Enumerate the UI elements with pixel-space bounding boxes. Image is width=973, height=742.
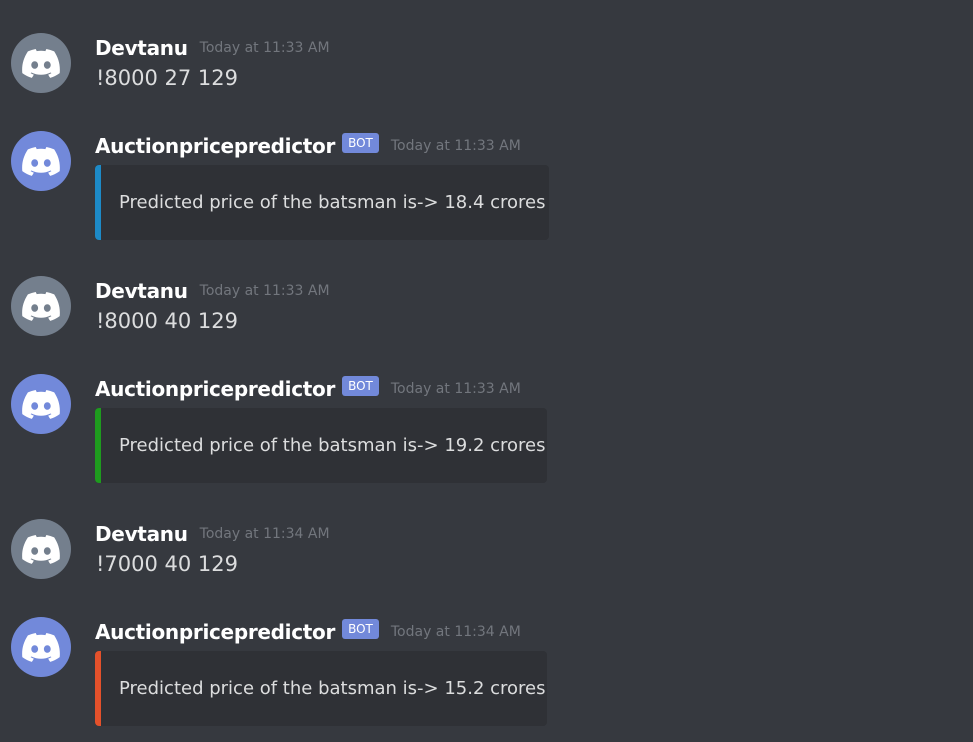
discord-logo-icon xyxy=(22,146,60,176)
discord-logo-icon xyxy=(22,48,60,78)
message-embed: Predicted price of the batsman is-> 15.2… xyxy=(95,651,547,726)
username[interactable]: Devtanu xyxy=(95,279,188,303)
discord-logo-icon xyxy=(22,534,60,564)
username[interactable]: Devtanu xyxy=(95,36,188,60)
message-embed: Predicted price of the batsman is-> 18.4… xyxy=(95,165,549,240)
message-text: !8000 40 129 xyxy=(96,309,239,333)
embed-description: Predicted price of the batsman is-> 18.4… xyxy=(119,192,546,213)
embed-description: Predicted price of the batsman is-> 15.2… xyxy=(119,678,546,699)
bot-username[interactable]: Auctionpricepredictor xyxy=(95,377,335,401)
bot-avatar[interactable] xyxy=(11,131,71,191)
discord-logo-icon xyxy=(22,632,60,662)
embed-description: Predicted price of the batsman is-> 19.2… xyxy=(119,435,546,456)
username[interactable]: Devtanu xyxy=(95,522,188,546)
discord-logo-icon xyxy=(22,389,60,419)
user-avatar[interactable] xyxy=(11,276,71,336)
message-timestamp: Today at 11:34 AM xyxy=(199,526,330,542)
bot-username[interactable]: Auctionpricepredictor xyxy=(95,620,335,644)
message-header: Devtanu Today at 11:33 AM xyxy=(95,277,330,305)
message-header: Devtanu Today at 11:33 AM xyxy=(95,34,330,62)
bot-avatar[interactable] xyxy=(11,374,71,434)
user-avatar[interactable] xyxy=(11,33,71,93)
bot-avatar[interactable] xyxy=(11,617,71,677)
message-timestamp: Today at 11:33 AM xyxy=(199,40,330,56)
message-text: !7000 40 129 xyxy=(96,552,239,576)
chat-message-list: Devtanu Today at 11:33 AM !8000 27 129 A… xyxy=(0,0,973,742)
message-header: Auctionpricepredictor BOT Today at 11:33… xyxy=(95,375,521,403)
message-embed: Predicted price of the batsman is-> 19.2… xyxy=(95,408,547,483)
message-header: Auctionpricepredictor BOT Today at 11:33… xyxy=(95,132,521,160)
bot-badge: BOT xyxy=(342,376,379,396)
message-timestamp: Today at 11:34 AM xyxy=(390,624,521,640)
discord-logo-icon xyxy=(22,291,60,321)
message-text: !8000 27 129 xyxy=(96,66,239,90)
user-avatar[interactable] xyxy=(11,519,71,579)
message-timestamp: Today at 11:33 AM xyxy=(199,283,330,299)
bot-username[interactable]: Auctionpricepredictor xyxy=(95,134,335,158)
message-timestamp: Today at 11:33 AM xyxy=(390,138,521,154)
message-header: Devtanu Today at 11:34 AM xyxy=(95,520,330,548)
message-timestamp: Today at 11:33 AM xyxy=(390,381,521,397)
bot-badge: BOT xyxy=(342,133,379,153)
message-header: Auctionpricepredictor BOT Today at 11:34… xyxy=(95,618,521,646)
bot-badge: BOT xyxy=(342,619,379,639)
